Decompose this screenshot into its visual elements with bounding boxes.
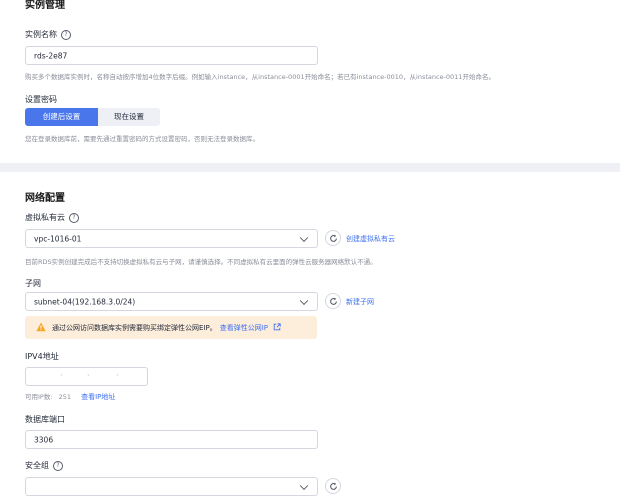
eip-warning-text: 通过公网访问数据库实例需要购买绑定弹性公网EIP。 [52, 323, 217, 332]
vpc-label: 虚拟私有云? [25, 212, 79, 223]
security-group-refresh-button[interactable] [325, 478, 341, 494]
ipv4-available-label: 可用IP数: [25, 393, 53, 401]
vpc-select[interactable]: vpc-1016-01 [25, 229, 318, 248]
subnet-refresh-button[interactable] [325, 293, 341, 309]
instance-name-hint: 购买多个数据库实例时，名称自动按序增加4位数字后缀。例如输入instance，从… [25, 73, 495, 81]
chevron-down-icon [299, 233, 309, 242]
eip-warning-text-wrap: 通过公网访问数据库实例需要购买绑定弹性公网EIP。 查看弹性公网IP [52, 322, 281, 333]
help-circle-icon[interactable]: ? [61, 30, 71, 40]
instance-management-card: 实例管理 实例名称? rds-2e87 购买多个数据库实例时，名称自动按序增加4… [0, 0, 620, 163]
vpc-refresh-button[interactable] [325, 230, 341, 246]
subnet-select[interactable]: subnet-04(192.168.3.0/24) [25, 292, 318, 311]
security-group-label: 安全组? [25, 460, 63, 471]
ipv4-dot-2: · [87, 371, 90, 380]
ipv4-label: IPV4地址 [25, 352, 59, 361]
eip-warning-banner: 通过公网访问数据库实例需要购买绑定弹性公网EIP。 查看弹性公网IP [25, 316, 317, 339]
subnet-label: 子网 [25, 279, 41, 288]
vpc-label-text: 虚拟私有云 [25, 213, 65, 222]
ipv4-dot-3: · [116, 371, 119, 380]
help-circle-icon[interactable]: ? [53, 461, 63, 471]
refresh-icon [330, 482, 337, 490]
subnet-select-value: subnet-04(192.168.3.0/24) [34, 297, 136, 306]
warning-triangle-icon [36, 322, 46, 332]
port-value: 3306 [34, 435, 54, 444]
instance-name-value: rds-2e87 [34, 51, 68, 60]
ipv4-available-count: 251 [58, 393, 72, 401]
ipv4-input[interactable]: · · · [25, 367, 148, 386]
port-input[interactable]: 3306 [25, 430, 318, 449]
ipv4-dot-1: · [60, 371, 63, 380]
security-group-label-text: 安全组 [25, 461, 49, 470]
chevron-down-icon [299, 481, 309, 490]
external-link-icon[interactable] [273, 322, 281, 331]
create-subnet-link[interactable]: 新建子网 [346, 297, 374, 307]
password-label: 设置密码 [25, 95, 57, 104]
chevron-down-icon [299, 296, 309, 305]
ipv4-available: 可用IP数: 251 查看IP地址 [25, 391, 115, 402]
instance-name-input[interactable]: rds-2e87 [25, 46, 318, 65]
port-label: 数据库端口 [25, 415, 65, 424]
view-ip-link[interactable]: 查看IP地址 [81, 393, 115, 401]
instance-name-label: 实例名称? [25, 29, 71, 40]
instance-name-label-text: 实例名称 [25, 30, 57, 39]
security-group-select[interactable] [25, 477, 318, 496]
vpc-select-value: vpc-1016-01 [34, 234, 82, 243]
eip-link[interactable]: 查看弹性公网IP [220, 324, 268, 332]
refresh-icon [330, 297, 337, 305]
refresh-icon [330, 234, 337, 242]
create-vpc-link[interactable]: 创建虚拟私有云 [346, 234, 395, 244]
instance-section-title: 实例管理 [25, 0, 65, 11]
vpc-hint: 目前RDS实例创建完成后不支持切换虚拟私有云与子网，请谨慎选择。不同虚拟私有云里… [25, 258, 377, 266]
network-section-title: 网络配置 [25, 193, 65, 204]
password-hint: 您在登录数据库前，需要先通过重置密码的方式设置密码，否则无法登录数据库。 [25, 135, 259, 143]
password-option-create-later[interactable]: 创建后设置 [25, 108, 98, 126]
help-circle-icon[interactable]: ? [69, 213, 79, 223]
password-option-set-now[interactable]: 现在设置 [98, 108, 160, 126]
